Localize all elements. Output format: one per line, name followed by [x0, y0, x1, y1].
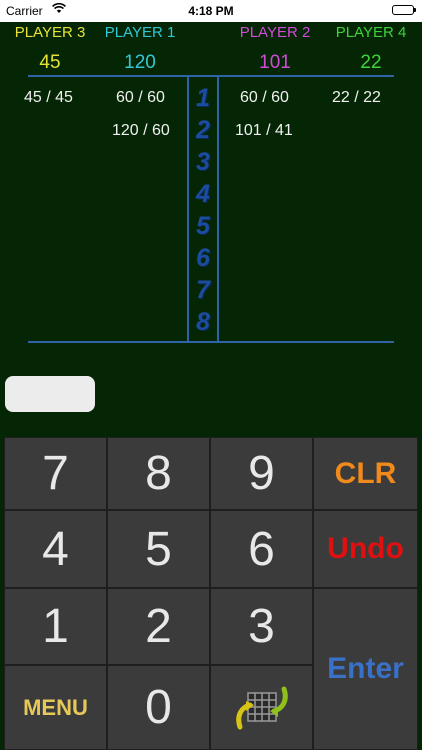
player4-entry: 22 / 22 [332, 89, 381, 106]
round-number: 7 [196, 276, 210, 304]
player3-entry: 45 / 45 [24, 89, 73, 106]
key-1[interactable]: 1 [4, 588, 107, 665]
keypad: 7 8 9 CLR 4 5 6 Undo 1 2 3 Enter MENU 0 [4, 437, 418, 750]
player1-entry: 120 / 60 [112, 122, 170, 139]
enter-button[interactable]: Enter [313, 588, 418, 750]
round-number: 6 [196, 244, 210, 272]
round-number: 2 [196, 116, 210, 144]
key-5[interactable]: 5 [107, 510, 210, 588]
key-3[interactable]: 3 [210, 588, 313, 665]
player1-entry: 60 / 60 [116, 89, 165, 106]
key-6[interactable]: 6 [210, 510, 313, 588]
round-number: 3 [196, 148, 210, 176]
key-4[interactable]: 4 [4, 510, 107, 588]
player2-score: 101 [259, 52, 291, 73]
key-9[interactable]: 9 [210, 437, 313, 510]
clr-button[interactable]: CLR [313, 437, 418, 510]
player4-name: PLAYER 4 [335, 24, 407, 41]
player3-score: 45 [39, 52, 61, 73]
player2-entry: 101 / 41 [235, 122, 293, 139]
status-bar: Carrier 4:18 PM [0, 0, 422, 22]
grid-swap-icon [232, 679, 292, 737]
round-number: 1 [196, 84, 210, 112]
clock-time: 4:18 PM [188, 4, 234, 18]
round-number: 8 [196, 308, 210, 336]
switch-view-button[interactable] [210, 665, 313, 750]
battery-icon [392, 5, 416, 15]
player3-name: PLAYER 3 [14, 24, 86, 41]
round-number: 5 [196, 212, 210, 240]
undo-button[interactable]: Undo [313, 510, 418, 588]
key-0[interactable]: 0 [107, 665, 210, 750]
player1-name: PLAYER 1 [104, 24, 176, 41]
board-bottom-line [28, 341, 394, 343]
player4-score: 22 [360, 52, 382, 73]
key-7[interactable]: 7 [4, 437, 107, 510]
key-2[interactable]: 2 [107, 588, 210, 665]
player2-entry: 60 / 60 [240, 89, 289, 106]
player1-score: 120 [124, 52, 156, 73]
player2-name: PLAYER 2 [239, 24, 311, 41]
menu-button[interactable]: MENU [4, 665, 107, 750]
key-8[interactable]: 8 [107, 437, 210, 510]
score-input[interactable] [5, 376, 95, 412]
board-top-line [28, 75, 394, 77]
round-number: 4 [196, 180, 210, 208]
